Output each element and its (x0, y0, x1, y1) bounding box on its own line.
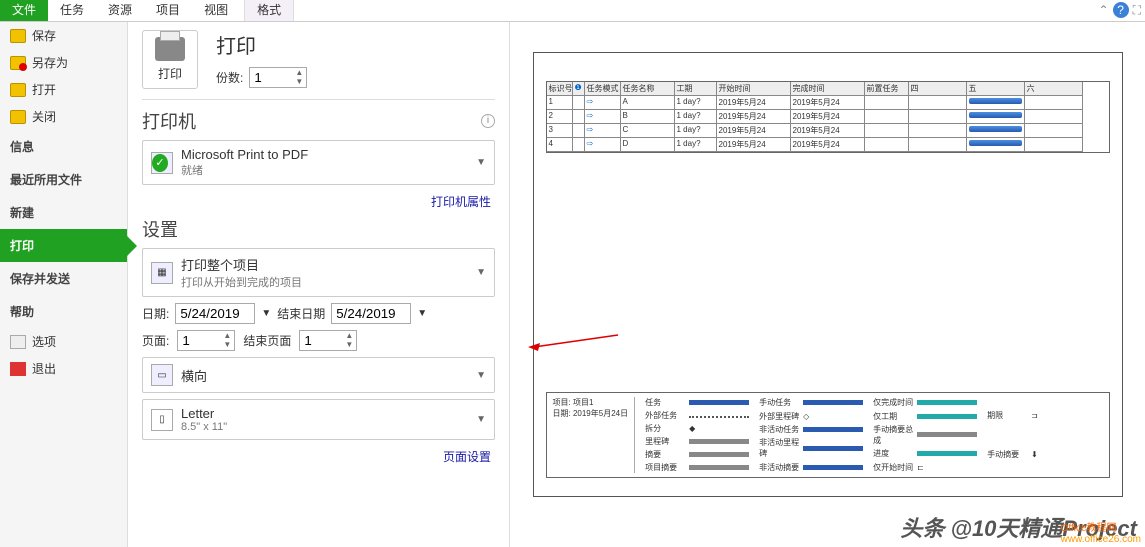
settings-heading: 设置 (142, 216, 178, 242)
orientation-selector[interactable]: ▭ 横向 ▼ (142, 357, 495, 393)
sidebar-exit[interactable]: 退出 (0, 355, 127, 382)
help-icon[interactable]: ? (1113, 2, 1129, 18)
sidebar-print[interactable]: 打印 (0, 229, 127, 262)
copies-spinner[interactable]: ▲▼ (249, 67, 307, 88)
tab-project[interactable]: 项目 (144, 0, 192, 21)
printer-name: Microsoft Print to PDF (181, 147, 308, 162)
preview-page: 标识号❶ 任务模式任务名称 工期开始时间 完成时间前置任务 四五六 1⇨A1 d… (533, 52, 1123, 497)
date-from-label: 日期: (142, 305, 169, 322)
expand-icon[interactable]: ⛶ (1133, 3, 1141, 18)
date-to-input[interactable] (331, 303, 411, 324)
print-button[interactable]: 打印 (142, 30, 198, 89)
chevron-down-icon: ▼ (476, 414, 486, 425)
orientation-icon: ▭ (151, 364, 173, 386)
paper-size-selector[interactable]: ▯ Letter 8.5" x 11" ▼ (142, 399, 495, 440)
orientation-label: 横向 (181, 366, 207, 385)
sidebar-new[interactable]: 新建 (0, 196, 127, 229)
info-icon[interactable]: i (481, 114, 495, 128)
title-right-controls: ⌃ ? ⛶ (1099, 2, 1141, 18)
sidebar-close[interactable]: 关闭 (0, 103, 127, 130)
date-to-label: 结束日期 (277, 305, 325, 322)
chevron-down-icon: ▼ (476, 267, 486, 278)
paper-icon: ▯ (151, 409, 173, 431)
tab-task[interactable]: 任务 (48, 0, 96, 21)
page-to-spinner[interactable]: ▲▼ (299, 330, 357, 351)
printer-icon (155, 37, 185, 61)
sidebar-open[interactable]: 打开 (0, 76, 127, 103)
chevron-down-icon: ▼ (476, 157, 486, 168)
sidebar-options[interactable]: 选项 (0, 328, 127, 355)
page-to-input[interactable] (300, 331, 342, 350)
date-from-input[interactable] (175, 303, 255, 324)
page-to-label: 结束页面 (243, 332, 291, 349)
tab-file[interactable]: 文件 (0, 0, 48, 21)
page-from-input[interactable] (178, 331, 220, 350)
printer-status: 就绪 (181, 162, 308, 178)
scope-title: 打印整个项目 (181, 255, 302, 274)
sidebar-save[interactable]: 保存 (0, 22, 127, 49)
preview-table: 标识号❶ 任务模式任务名称 工期开始时间 完成时间前置任务 四五六 1⇨A1 d… (547, 82, 1109, 152)
print-scope-selector[interactable]: ▦ 打印整个项目 打印从开始到完成的项目 ▼ (142, 248, 495, 297)
up-icon[interactable]: ⌃ (1099, 3, 1109, 17)
sidebar-recent[interactable]: 最近所用文件 (0, 163, 127, 196)
sidebar-help[interactable]: 帮助 (0, 295, 127, 328)
chevron-down-icon[interactable]: ▼ (261, 308, 271, 319)
copies-label: 份数: (216, 69, 243, 86)
ribbon-tabs: 文件 任务 资源 项目 视图 格式 (0, 0, 1145, 22)
sidebar-saveandsend[interactable]: 保存并发送 (0, 262, 127, 295)
sidebar-saveas[interactable]: 另存为 (0, 49, 127, 76)
copies-input[interactable] (250, 68, 292, 87)
chevron-down-icon[interactable]: ▼ (417, 308, 427, 319)
red-arrow-annotation (528, 333, 620, 356)
paper-label: Letter (181, 406, 227, 421)
sidebar-info[interactable]: 信息 (0, 130, 127, 163)
printer-small-icon (151, 152, 173, 174)
preview-legend: 项目: 项目1 日期: 2019年5月24日 任务外部任务拆分◆里程碑摘要项目摘… (546, 392, 1110, 478)
tab-format[interactable]: 格式 (244, 0, 294, 21)
chevron-down-icon: ▼ (476, 370, 486, 381)
printer-heading: 打印机 (142, 108, 196, 134)
tab-resource[interactable]: 资源 (96, 0, 144, 21)
print-title: 打印 (216, 30, 307, 59)
print-preview: 标识号❶ 任务模式任务名称 工期开始时间 完成时间前置任务 四五六 1⇨A1 d… (510, 22, 1145, 547)
backstage-sidebar: 保存 另存为 打开 关闭 信息 最近所用文件 新建 打印 保存并发送 帮助 选项… (0, 22, 128, 547)
watermark-site: Office教程网www.office26.com (1061, 519, 1141, 545)
page-from-spinner[interactable]: ▲▼ (177, 330, 235, 351)
print-settings-panel: 打印 打印 份数: ▲▼ 打印机 i Microsoft Print t (128, 22, 510, 547)
scope-icon: ▦ (151, 262, 173, 284)
paper-sub: 8.5" x 11" (181, 421, 227, 433)
scope-sub: 打印从开始到完成的项目 (181, 274, 302, 290)
page-setup-link[interactable]: 页面设置 (142, 446, 495, 467)
tab-view[interactable]: 视图 (192, 0, 240, 21)
page-from-label: 页面: (142, 332, 169, 349)
print-button-label: 打印 (149, 65, 191, 82)
printer-selector[interactable]: Microsoft Print to PDF 就绪 ▼ (142, 140, 495, 185)
printer-properties-link[interactable]: 打印机属性 (142, 191, 495, 212)
